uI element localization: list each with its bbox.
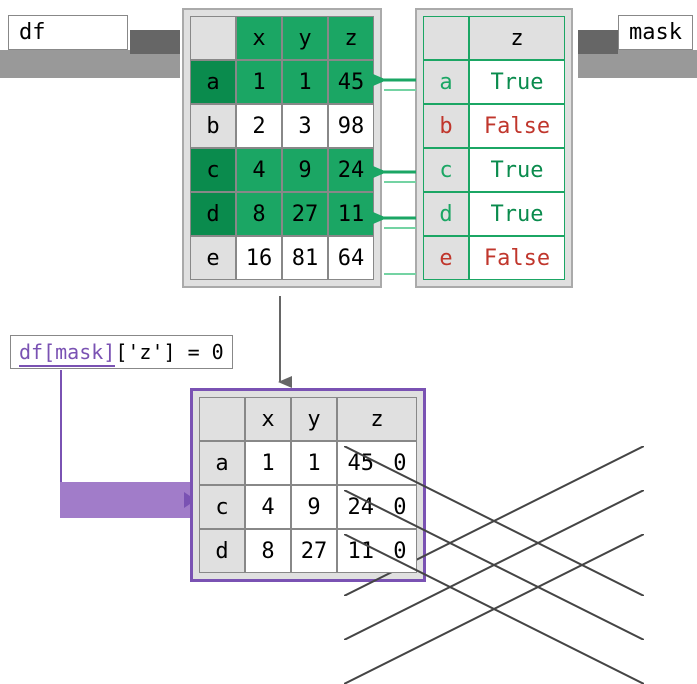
mask-col-z: z <box>469 16 565 60</box>
df-cell: 1 <box>236 60 282 104</box>
result-col-z: z <box>337 397 417 441</box>
mask-bar-inner <box>578 30 618 54</box>
new-value: 0 <box>393 539 406 564</box>
df-cell: 8 <box>236 192 282 236</box>
df-cell: 45 <box>328 60 374 104</box>
result-table: x y z a 1 1 45 0 c 4 9 24 0 d 8 27 11 0 <box>190 388 426 582</box>
mask-table: z a True b False c True d True e False <box>415 8 573 288</box>
code-highlight: df[mask] <box>19 340 115 367</box>
mask-val: True <box>469 192 565 236</box>
df-bar-outer <box>0 50 180 78</box>
df-bar-inner <box>130 30 180 54</box>
df-col-z: z <box>328 16 374 60</box>
mask-idx-a: a <box>423 60 469 104</box>
mask-label: mask <box>618 15 693 50</box>
result-cell: 8 <box>245 529 291 573</box>
old-value: 45 <box>348 451 375 476</box>
df-cell: 4 <box>236 148 282 192</box>
df-cell: 3 <box>282 104 328 148</box>
mask-to-df-arrows <box>378 60 418 290</box>
old-value: 24 <box>348 495 375 520</box>
mask-bar-outer <box>578 50 697 78</box>
df-cell: 24 <box>328 148 374 192</box>
df-cell: 64 <box>328 236 374 280</box>
df-idx-c: c <box>190 148 236 192</box>
mask-val: True <box>469 60 565 104</box>
purple-line-v <box>60 370 62 500</box>
result-idx: a <box>199 441 245 485</box>
df-label: df <box>8 15 128 50</box>
result-cell: 27 <box>291 529 337 573</box>
cross-out-icon <box>344 534 644 684</box>
df-corner <box>190 16 236 60</box>
df-idx-d: d <box>190 192 236 236</box>
df-cell: 81 <box>282 236 328 280</box>
result-cell-z: 11 0 <box>337 529 417 573</box>
df-cell: 9 <box>282 148 328 192</box>
df-idx-e: e <box>190 236 236 280</box>
mask-idx-d: d <box>423 192 469 236</box>
mask-val: False <box>469 236 565 280</box>
result-cell: 1 <box>291 441 337 485</box>
mask-idx-c: c <box>423 148 469 192</box>
df-cell: 98 <box>328 104 374 148</box>
mask-idx-e: e <box>423 236 469 280</box>
result-col-y: y <box>291 397 337 441</box>
mask-val: False <box>469 104 565 148</box>
result-cell-z: 45 0 <box>337 441 417 485</box>
new-value: 0 <box>393 495 406 520</box>
result-corner <box>199 397 245 441</box>
df-cell: 1 <box>282 60 328 104</box>
mask-val: True <box>469 148 565 192</box>
df-col-y: y <box>282 16 328 60</box>
df-cell: 27 <box>282 192 328 236</box>
purple-bar <box>60 482 190 518</box>
old-value: 11 <box>348 539 375 564</box>
df-table: x y z a 1 1 45 b 2 3 98 c 4 9 24 d 8 27 … <box>182 8 382 288</box>
df-idx-b: b <box>190 104 236 148</box>
df-idx-a: a <box>190 60 236 104</box>
result-cell: 1 <box>245 441 291 485</box>
mask-idx-b: b <box>423 104 469 148</box>
result-cell-z: 24 0 <box>337 485 417 529</box>
df-to-result-arrow <box>270 296 290 392</box>
result-cell: 4 <box>245 485 291 529</box>
code-rest: ['z'] = 0 <box>115 340 223 364</box>
df-cell: 2 <box>236 104 282 148</box>
result-cell: 9 <box>291 485 337 529</box>
code-expression: df[mask]['z'] = 0 <box>10 335 233 369</box>
result-idx: c <box>199 485 245 529</box>
mask-corner <box>423 16 469 60</box>
df-cell: 16 <box>236 236 282 280</box>
result-col-x: x <box>245 397 291 441</box>
df-cell: 11 <box>328 192 374 236</box>
result-idx: d <box>199 529 245 573</box>
df-col-x: x <box>236 16 282 60</box>
new-value: 0 <box>393 451 406 476</box>
